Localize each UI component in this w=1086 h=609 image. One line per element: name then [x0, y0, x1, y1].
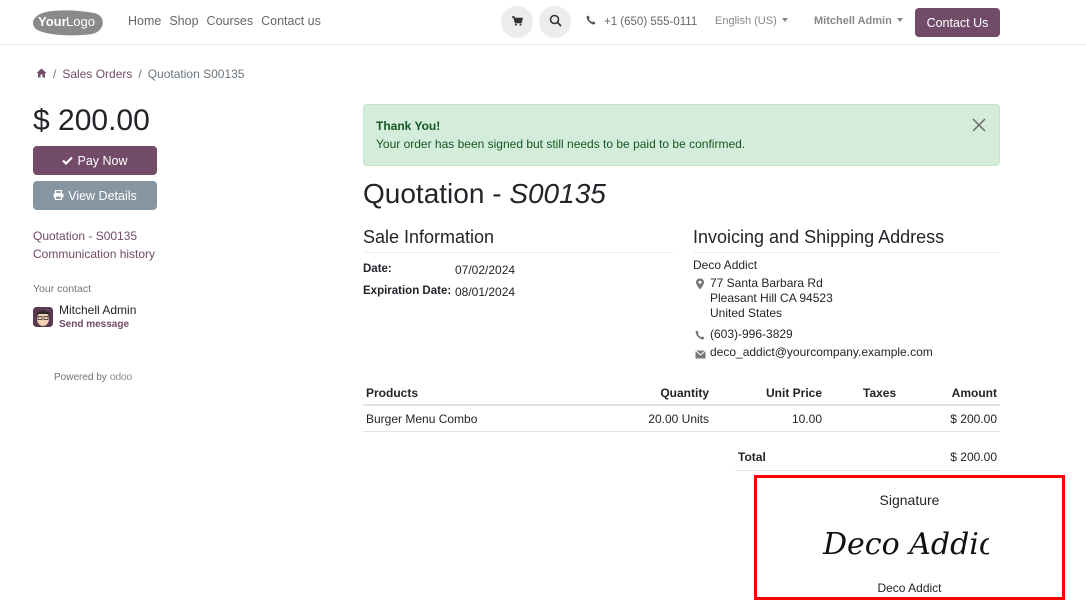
total-value: $ 200.00: [950, 450, 997, 464]
search-button[interactable]: [539, 6, 571, 38]
header-products: Products: [366, 386, 419, 400]
user-name: Mitchell Admin: [814, 15, 892, 27]
header-amount: Amount: [951, 386, 997, 400]
sidebar-link-communication-history[interactable]: Communication history: [33, 247, 155, 261]
alert-message: Your order has been signed but still nee…: [376, 137, 746, 151]
nav-courses[interactable]: Courses: [207, 14, 254, 28]
expiration-date-label: Expiration Date:: [363, 285, 452, 297]
address-email[interactable]: deco_addict@yourcompany.example.com: [710, 345, 933, 359]
check-icon: [62, 154, 74, 168]
powered-by: Powered by odoo: [54, 371, 132, 383]
title-prefix: Quotation -: [363, 178, 510, 209]
nav-home[interactable]: Home: [128, 14, 161, 28]
avatar: [33, 307, 53, 327]
date-label: Date:: [363, 263, 392, 275]
cell-unit-price: 10.00: [791, 412, 822, 426]
view-details-button[interactable]: View Details: [33, 181, 157, 210]
address-city: Pleasant Hill CA 94523: [710, 291, 833, 305]
success-alert: Thank You! Your order has been signed bu…: [363, 104, 1000, 166]
top-navbar: Your Logo Home Shop Courses Contact us +…: [0, 0, 1086, 45]
total-row: Total $ 200.00: [735, 445, 1000, 471]
cart-icon: [511, 15, 523, 29]
powered-by-label: Powered by: [54, 371, 107, 383]
envelope-icon: [695, 348, 706, 360]
address-country: United States: [710, 306, 783, 320]
header-unit-price: Unit Price: [765, 386, 822, 400]
breadcrumb-current: Quotation S00135: [147, 67, 245, 81]
signer-name: Deco Addict: [877, 581, 942, 595]
logo-text-bold: Your: [38, 14, 67, 29]
breadcrumb-sales-orders[interactable]: Sales Orders: [62, 67, 132, 81]
address-phone: (603)-996-3829: [710, 327, 793, 341]
language-label: English (US): [715, 15, 777, 27]
home-icon[interactable]: [36, 67, 47, 81]
send-message-link[interactable]: Send message: [59, 319, 129, 330]
cell-product: Burger Menu Combo: [366, 412, 478, 426]
main-nav: Home Shop Courses Contact us: [128, 14, 329, 28]
nav-contact-us[interactable]: Contact us: [261, 14, 321, 28]
signature-title: Signature: [879, 492, 940, 508]
language-dropdown[interactable]: English (US): [715, 15, 788, 27]
contact-us-button[interactable]: Contact Us: [915, 8, 1000, 37]
cart-button[interactable]: [501, 6, 533, 38]
search-icon: [549, 14, 562, 30]
pay-now-button[interactable]: Pay Now: [33, 146, 157, 175]
phone-text: +1 (650) 555-0111: [604, 15, 698, 28]
cell-quantity: 20.00 Units: [648, 412, 709, 426]
breadcrumb: / Sales Orders / Quotation S00135: [36, 67, 244, 81]
close-icon[interactable]: [971, 117, 987, 133]
address-heading: Invoicing and Shipping Address: [693, 227, 1000, 253]
date-value: 07/02/2024: [455, 263, 516, 277]
table-row: Burger Menu Combo 20.00 Units 10.00 $ 20…: [363, 406, 1000, 432]
address-name: Deco Addict: [693, 258, 758, 272]
user-menu-dropdown[interactable]: Mitchell Admin: [814, 15, 903, 27]
signature-image: Deco Addict: [822, 527, 989, 562]
cell-amount: $ 200.00: [950, 412, 997, 426]
pay-now-label: Pay Now: [77, 153, 128, 168]
map-marker-icon: [695, 278, 705, 290]
print-icon: [53, 189, 64, 203]
chevron-down-icon: [896, 18, 903, 23]
total-amount: $ 200.00: [33, 104, 150, 137]
odoo-logo[interactable]: odoo: [110, 371, 132, 383]
sale-information-heading: Sale Information: [363, 227, 673, 253]
nav-shop[interactable]: Shop: [169, 14, 198, 28]
page-title: Quotation - S00135: [363, 178, 606, 210]
chevron-down-icon: [781, 18, 788, 23]
breadcrumb-separator: /: [53, 67, 57, 81]
phone-icon: [586, 15, 596, 28]
logo-text-light: Logo: [66, 14, 95, 29]
total-label: Total: [738, 450, 766, 464]
title-reference: S00135: [509, 178, 606, 209]
company-logo[interactable]: Your Logo: [32, 7, 104, 37]
phone-icon: [695, 329, 705, 341]
address-street: 77 Santa Barbara Rd: [710, 276, 823, 290]
phone-number[interactable]: +1 (650) 555-0111: [586, 15, 697, 28]
breadcrumb-separator: /: [138, 67, 142, 81]
contact-name: Mitchell Admin: [59, 303, 137, 317]
signature-section: Signature Deco Addict Deco Addict: [754, 475, 1065, 600]
header-quantity: Quantity: [660, 386, 709, 400]
header-taxes: Taxes: [863, 386, 897, 400]
your-contact-label: Your contact: [33, 283, 91, 295]
signature-handwriting: Deco Addict: [822, 527, 989, 562]
view-details-label: View Details: [68, 188, 137, 203]
alert-title: Thank You!: [376, 119, 441, 133]
sidebar-link-quotation[interactable]: Quotation - S00135: [33, 229, 137, 243]
expiration-date-value: 08/01/2024: [455, 285, 516, 299]
order-lines-table: Products Quantity Unit Price Taxes Amoun…: [363, 380, 1000, 432]
table-header: Products Quantity Unit Price Taxes Amoun…: [363, 380, 1000, 406]
